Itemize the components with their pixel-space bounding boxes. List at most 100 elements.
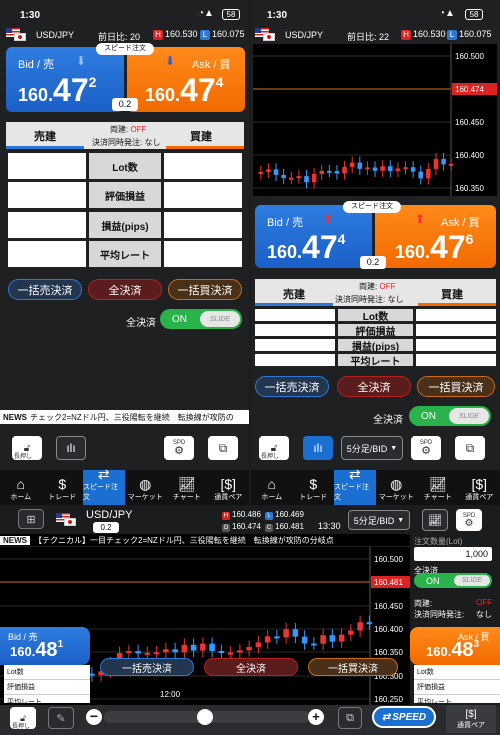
high-value: H 160.486 (222, 510, 261, 520)
candle (258, 171, 264, 174)
both-label: 両建: OFF (110, 125, 147, 134)
timeframe-select[interactable]: 5分足/BID ▼ (348, 510, 410, 530)
bid-button[interactable]: Bid / 売 160.481 (0, 627, 90, 665)
candle (153, 652, 160, 655)
slide-knob[interactable]: SLIDE (454, 575, 490, 586)
switch-icon: ⧉ (465, 440, 475, 455)
rotate-screen-button[interactable]: ⧉ (338, 707, 362, 729)
table-row: 損益(pips) (255, 339, 496, 353)
buy-tab-underline (166, 146, 244, 149)
close-all-toggle[interactable]: ON SLIDE (160, 309, 242, 329)
bulk-sell-button[interactable]: 一括売決済 (8, 279, 82, 300)
nav-trade[interactable]: $ トレード (42, 470, 84, 505)
y-tick-label: 160.500 (455, 52, 484, 61)
news-text: チェック2=NZドル円、三役陽転を継続 転換線が攻防の (30, 412, 234, 422)
news-ticker[interactable]: NEWS チェック2=NZドル円、三役陽転を継続 転換線が攻防の (0, 410, 249, 424)
row-label: 平均レート (338, 354, 413, 368)
candle (274, 636, 280, 639)
candle (273, 169, 279, 175)
pen-icon: ✎ (56, 712, 66, 725)
slide-knob[interactable]: SLIDE (200, 311, 240, 327)
status-time: 1:30 (267, 10, 288, 21)
bid-price: 160.472 (18, 72, 97, 108)
indicator-button[interactable]: 📈︎ (422, 509, 448, 531)
settle-label: 決済同時発注: なし (335, 295, 404, 304)
slide-knob[interactable]: SLIDE (449, 408, 489, 424)
order-quantity-input[interactable]: 1,000 (414, 547, 492, 561)
tab-buy[interactable]: 買建 (441, 286, 463, 302)
flag-icon (56, 513, 76, 526)
candle (319, 170, 325, 174)
nav-home[interactable]: ⌂ ホーム (0, 470, 42, 505)
nav-trade[interactable]: $ トレード (293, 470, 335, 505)
nav-speed-order[interactable]: ⇄ スピード注文 (334, 466, 376, 505)
timeframe-select[interactable]: 5分足/BID ▼ (341, 436, 403, 460)
nav-speed-order[interactable]: ⇄ スピード注文 (83, 466, 125, 505)
table-row: 平均レート (255, 354, 496, 368)
spd-settings-button[interactable]: SPD ⚙ (456, 509, 482, 531)
high-value: H 160.530 (401, 29, 446, 40)
nav-currency-pair[interactable]: [$] 通貨ペア (208, 470, 250, 505)
price-chart[interactable]: 160.500 160.474 160.450 160.400 160.350 (253, 44, 497, 196)
pair-name[interactable]: USD/JPY (285, 30, 323, 40)
chart-line-icon: 📈︎ (428, 514, 442, 527)
bulk-buy-button[interactable]: 一括買決済 (168, 279, 242, 300)
speed-button[interactable]: ⇄ SPEED (372, 706, 436, 728)
both-label: 両建: OFF (414, 598, 492, 608)
candle (181, 644, 188, 653)
status-time: 1:30 (20, 10, 41, 21)
nav-home[interactable]: ⌂ ホーム (251, 470, 293, 505)
bulk-buy-button[interactable]: 一括買決済 (417, 376, 495, 397)
zoom-in-icon[interactable]: + (308, 709, 324, 725)
nav-market[interactable]: ◍ マーケット (125, 470, 167, 505)
bid-button[interactable]: Bid / 売 ⬆ 160.474 (255, 205, 372, 268)
close-all-toggle[interactable]: ON SLIDE (414, 573, 492, 588)
table-row: 損益(pips) (8, 212, 242, 238)
close-all-button[interactable]: 全決済 (88, 279, 162, 300)
zoom-out-icon[interactable]: − (86, 709, 102, 725)
candle-chart-button[interactable]: ılı (56, 436, 86, 460)
tab-sell[interactable]: 売建 (283, 286, 305, 302)
pair-name[interactable]: USD/JPY (36, 30, 74, 40)
zoom-slider-knob[interactable] (197, 709, 213, 725)
close-all-toggle-label: 全決済 (373, 415, 403, 426)
bulk-sell-button[interactable]: 一括売決済 (100, 658, 194, 676)
y-tick-label: 160.350 (455, 184, 484, 193)
tab-sell[interactable]: 売建 (34, 128, 56, 144)
ask-button[interactable]: Ask / 買 160.483 (410, 627, 500, 665)
pair-name[interactable]: USD/JPY (86, 509, 132, 521)
close-all-toggle[interactable]: ON SLIDE (409, 406, 491, 426)
bid-button[interactable]: Bid / 売 ⬇ 160.472 (6, 47, 124, 112)
y-tick-label: 160.481 (374, 578, 403, 587)
nav-market[interactable]: ◍ マーケット (376, 470, 418, 505)
news-ticker[interactable]: NEWS 【テクニカル】一目チェック2=NZドル円、三役陽転を継続 転換線が攻防の… (0, 534, 410, 546)
flag-icon (6, 28, 26, 41)
nav-currency-pair[interactable]: [$] 通貨ペア (459, 470, 500, 505)
close-all-button[interactable]: 全決済 (204, 658, 298, 676)
position-table-left: Lot数 評価損益 平均レート (4, 665, 90, 706)
ask-button[interactable]: ⬇ Ask / 買 160.474 (127, 47, 245, 112)
screen-speed-order-1: 1:30 58 ◔▲ USD/JPY 前日比: 20 H 160.530 L 160… (0, 0, 249, 505)
row-label: 損益(pips) (338, 339, 413, 353)
layout-switch-button[interactable]: ⧉ (208, 436, 238, 460)
candle-chart-button[interactable]: ılı (303, 436, 333, 460)
ask-button[interactable]: ⬆ Ask / 買 160.476 (375, 205, 496, 268)
table-row: 評価損益 (255, 324, 496, 338)
nav-chart[interactable]: 📈︎ チャート (166, 470, 208, 505)
menu-grid-button[interactable]: ⊞ (18, 509, 44, 529)
nav-chart[interactable]: 📈︎ チャート (417, 470, 459, 505)
candle (365, 167, 370, 170)
candle (380, 166, 385, 171)
row-label: Lot数 (89, 153, 161, 179)
low-value: L 160.075 (200, 29, 245, 40)
speed-order-badge: スピード注文 (96, 43, 154, 55)
currency-pair-button[interactable]: [$] 通貨ペア (446, 705, 496, 733)
layout-switch-button[interactable]: ⧉ (455, 436, 485, 460)
draw-tool-button[interactable]: ✎ (48, 707, 74, 729)
bulk-buy-button[interactable]: 一括買決済 (308, 658, 398, 676)
bulk-sell-button[interactable]: 一括売決済 (255, 376, 329, 397)
spd-settings-button[interactable]: SPD ⚙ (164, 436, 194, 460)
close-all-button[interactable]: 全決済 (337, 376, 411, 397)
spd-settings-button[interactable]: SPD ⚙ (411, 436, 441, 460)
tab-buy[interactable]: 買建 (190, 128, 212, 144)
